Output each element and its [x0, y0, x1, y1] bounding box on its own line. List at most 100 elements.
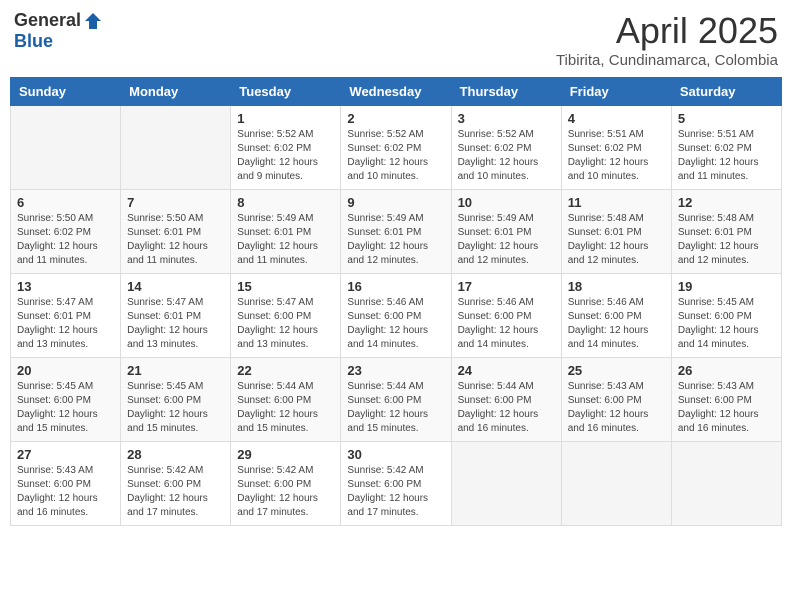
calendar-cell [121, 106, 231, 190]
day-number: 11 [568, 195, 665, 210]
calendar-cell [11, 106, 121, 190]
weekday-header-wednesday: Wednesday [341, 78, 451, 106]
day-number: 29 [237, 447, 334, 462]
calendar-cell: 18 Sunrise: 5:46 AM Sunset: 6:00 PM Dayli… [561, 274, 671, 358]
day-info: Sunrise: 5:45 AM Sunset: 6:00 PM Dayligh… [17, 380, 114, 436]
day-number: 12 [678, 195, 775, 210]
day-info: Sunrise: 5:46 AM Sunset: 6:00 PM Dayligh… [568, 296, 665, 352]
calendar-cell: 24 Sunrise: 5:44 AM Sunset: 6:00 PM Dayli… [451, 358, 561, 442]
logo-icon [83, 11, 103, 31]
day-info: Sunrise: 5:48 AM Sunset: 6:01 PM Dayligh… [568, 212, 665, 268]
day-info: Sunrise: 5:49 AM Sunset: 6:01 PM Dayligh… [458, 212, 555, 268]
calendar-cell: 14Sunrise: 5:47 AM Sunset: 6:01 PM Dayli… [121, 274, 231, 358]
calendar-cell [671, 442, 781, 526]
calendar-week-row-3: 13Sunrise: 5:47 AM Sunset: 6:01 PM Dayli… [11, 274, 782, 358]
day-number: 27 [17, 447, 114, 462]
calendar-cell: 13Sunrise: 5:47 AM Sunset: 6:01 PM Dayli… [11, 274, 121, 358]
day-info: Sunrise: 5:42 AM Sunset: 6:00 PM Dayligh… [237, 464, 334, 520]
weekday-header-friday: Friday [561, 78, 671, 106]
calendar-cell: 26 Sunrise: 5:43 AM Sunset: 6:00 PM Dayli… [671, 358, 781, 442]
day-info: Sunrise: 5:43 AM Sunset: 6:00 PM Dayligh… [678, 380, 775, 436]
day-number: 28 [127, 447, 224, 462]
calendar-table: SundayMondayTuesdayWednesdayThursdayFrid… [10, 77, 782, 526]
title-section: April 2025 Tibirita, Cundinamarca, Colom… [556, 10, 778, 69]
day-info: Sunrise: 5:43 AM Sunset: 6:00 PM Dayligh… [17, 464, 114, 520]
weekday-header-sunday: Sunday [11, 78, 121, 106]
calendar-cell: 30Sunrise: 5:42 AM Sunset: 6:00 PM Dayli… [341, 442, 451, 526]
weekday-header-monday: Monday [121, 78, 231, 106]
calendar-cell: 15Sunrise: 5:47 AM Sunset: 6:00 PM Dayli… [231, 274, 341, 358]
day-info: Sunrise: 5:46 AM Sunset: 6:00 PM Dayligh… [458, 296, 555, 352]
day-info: Sunrise: 5:50 AM Sunset: 6:02 PM Dayligh… [17, 212, 114, 268]
location-subtitle: Tibirita, Cundinamarca, Colombia [556, 52, 778, 69]
calendar-cell: 28 Sunrise: 5:42 AM Sunset: 6:00 PM Dayli… [121, 442, 231, 526]
day-number: 1 [237, 111, 334, 126]
calendar-cell: 4 Sunrise: 5:51 AM Sunset: 6:02 PM Daylig… [561, 106, 671, 190]
calendar-cell: 23Sunrise: 5:44 AM Sunset: 6:00 PM Dayli… [341, 358, 451, 442]
month-title: April 2025 [556, 10, 778, 52]
day-info: Sunrise: 5:52 AM Sunset: 6:02 PM Dayligh… [347, 128, 444, 184]
day-number: 25 [568, 363, 665, 378]
weekday-header-tuesday: Tuesday [231, 78, 341, 106]
day-number: 10 [458, 195, 555, 210]
calendar-cell: 7 Sunrise: 5:50 AM Sunset: 6:01 PM Daylig… [121, 190, 231, 274]
calendar-week-row-5: 27 Sunrise: 5:43 AM Sunset: 6:00 PM Dayli… [11, 442, 782, 526]
day-number: 2 [347, 111, 444, 126]
day-number: 7 [127, 195, 224, 210]
logo: General Blue [14, 10, 103, 52]
day-info: Sunrise: 5:42 AM Sunset: 6:00 PM Dayligh… [127, 464, 224, 520]
calendar-week-row-1: 1 Sunrise: 5:52 AM Sunset: 6:02 PM Daylig… [11, 106, 782, 190]
day-info: Sunrise: 5:47 AM Sunset: 6:01 PM Dayligh… [17, 296, 114, 352]
calendar-cell: 12 Sunrise: 5:48 AM Sunset: 6:01 PM Dayli… [671, 190, 781, 274]
calendar-cell [561, 442, 671, 526]
day-number: 20 [17, 363, 114, 378]
day-info: Sunrise: 5:49 AM Sunset: 6:01 PM Dayligh… [237, 212, 334, 268]
weekday-header-saturday: Saturday [671, 78, 781, 106]
logo-general-text: General [14, 10, 81, 31]
page-header: General Blue April 2025 Tibirita, Cundin… [10, 10, 782, 69]
calendar-cell: 6Sunrise: 5:50 AM Sunset: 6:02 PM Daylig… [11, 190, 121, 274]
day-number: 16 [347, 279, 444, 294]
day-info: Sunrise: 5:52 AM Sunset: 6:02 PM Dayligh… [237, 128, 334, 184]
day-info: Sunrise: 5:47 AM Sunset: 6:00 PM Dayligh… [237, 296, 334, 352]
day-info: Sunrise: 5:51 AM Sunset: 6:02 PM Dayligh… [568, 128, 665, 184]
day-info: Sunrise: 5:43 AM Sunset: 6:00 PM Dayligh… [568, 380, 665, 436]
calendar-cell: 1 Sunrise: 5:52 AM Sunset: 6:02 PM Daylig… [231, 106, 341, 190]
calendar-cell: 27 Sunrise: 5:43 AM Sunset: 6:00 PM Dayli… [11, 442, 121, 526]
day-number: 4 [568, 111, 665, 126]
day-number: 24 [458, 363, 555, 378]
weekday-header-thursday: Thursday [451, 78, 561, 106]
calendar-cell: 21 Sunrise: 5:45 AM Sunset: 6:00 PM Dayli… [121, 358, 231, 442]
day-number: 14 [127, 279, 224, 294]
day-number: 19 [678, 279, 775, 294]
calendar-cell [451, 442, 561, 526]
calendar-cell: 25 Sunrise: 5:43 AM Sunset: 6:00 PM Dayli… [561, 358, 671, 442]
day-info: Sunrise: 5:46 AM Sunset: 6:00 PM Dayligh… [347, 296, 444, 352]
calendar-cell: 10 Sunrise: 5:49 AM Sunset: 6:01 PM Dayli… [451, 190, 561, 274]
calendar-cell: 22 Sunrise: 5:44 AM Sunset: 6:00 PM Dayli… [231, 358, 341, 442]
day-info: Sunrise: 5:44 AM Sunset: 6:00 PM Dayligh… [237, 380, 334, 436]
day-number: 17 [458, 279, 555, 294]
day-number: 9 [347, 195, 444, 210]
calendar-cell: 20 Sunrise: 5:45 AM Sunset: 6:00 PM Dayli… [11, 358, 121, 442]
calendar-cell: 16 Sunrise: 5:46 AM Sunset: 6:00 PM Dayli… [341, 274, 451, 358]
calendar-week-row-2: 6Sunrise: 5:50 AM Sunset: 6:02 PM Daylig… [11, 190, 782, 274]
day-info: Sunrise: 5:50 AM Sunset: 6:01 PM Dayligh… [127, 212, 224, 268]
calendar-week-row-4: 20 Sunrise: 5:45 AM Sunset: 6:00 PM Dayli… [11, 358, 782, 442]
day-info: Sunrise: 5:49 AM Sunset: 6:01 PM Dayligh… [347, 212, 444, 268]
calendar-cell: 8Sunrise: 5:49 AM Sunset: 6:01 PM Daylig… [231, 190, 341, 274]
calendar-cell: 29 Sunrise: 5:42 AM Sunset: 6:00 PM Dayli… [231, 442, 341, 526]
calendar-cell: 5Sunrise: 5:51 AM Sunset: 6:02 PM Daylig… [671, 106, 781, 190]
day-number: 18 [568, 279, 665, 294]
day-info: Sunrise: 5:44 AM Sunset: 6:00 PM Dayligh… [458, 380, 555, 436]
calendar-cell: 3Sunrise: 5:52 AM Sunset: 6:02 PM Daylig… [451, 106, 561, 190]
day-info: Sunrise: 5:45 AM Sunset: 6:00 PM Dayligh… [127, 380, 224, 436]
day-info: Sunrise: 5:51 AM Sunset: 6:02 PM Dayligh… [678, 128, 775, 184]
day-info: Sunrise: 5:48 AM Sunset: 6:01 PM Dayligh… [678, 212, 775, 268]
day-number: 26 [678, 363, 775, 378]
day-number: 22 [237, 363, 334, 378]
day-number: 21 [127, 363, 224, 378]
calendar-cell: 11 Sunrise: 5:48 AM Sunset: 6:01 PM Dayli… [561, 190, 671, 274]
day-info: Sunrise: 5:44 AM Sunset: 6:00 PM Dayligh… [347, 380, 444, 436]
day-number: 30 [347, 447, 444, 462]
